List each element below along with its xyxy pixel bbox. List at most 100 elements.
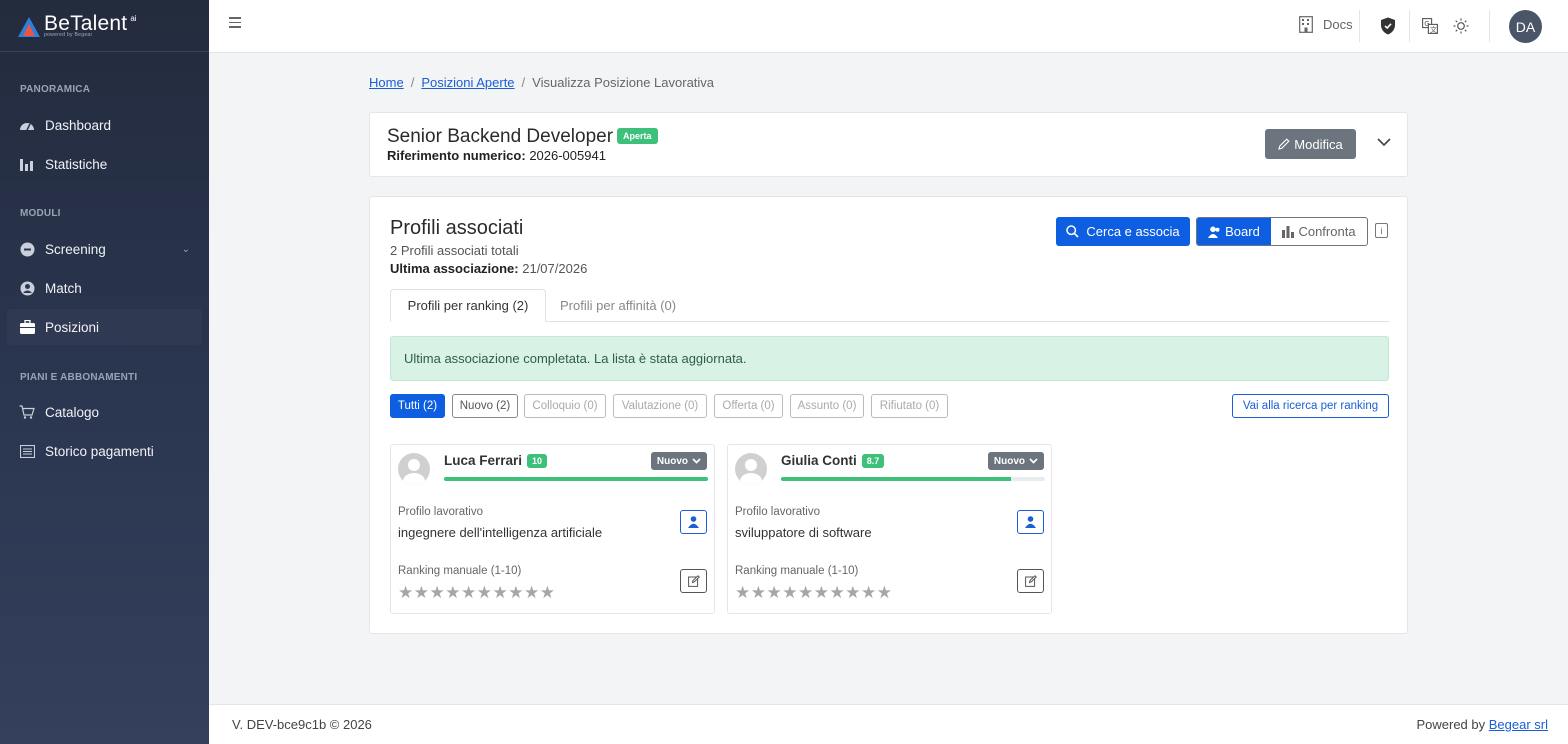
tab-affinity[interactable]: Profili per affinità (0) [560,289,676,322]
company-link[interactable]: Begear srl [1489,717,1548,732]
edit-button[interactable]: Modifica [1265,129,1356,159]
rating-stars[interactable]: ★ ★ ★ ★ ★ ★ ★ ★ ★ ★ [398,584,556,602]
profile-name[interactable]: Luca Ferrari [444,453,522,468]
star-icon[interactable]: ★ [414,584,429,602]
star-icon[interactable]: ★ [782,584,797,602]
breadcrumb-open-positions[interactable]: Posizioni Aperte [421,75,514,90]
building-icon [1299,16,1313,33]
view-profile-button[interactable] [680,510,707,534]
avatar [398,453,430,485]
docs-link[interactable]: Docs [1299,16,1353,33]
filter-new[interactable]: Nuovo (2) [452,394,518,418]
user-icon [1025,516,1036,528]
view-profile-button[interactable] [1017,510,1044,534]
status-badge: Aperta [617,128,658,144]
brand-logo[interactable]: BeTalent ai powered by Begear [0,0,209,52]
star-icon[interactable]: ★ [830,584,845,602]
star-icon[interactable]: ★ [493,584,508,602]
star-icon[interactable]: ★ [814,584,829,602]
sidebar-item-screening[interactable]: Screening ⌄ [7,231,202,267]
hamburger-icon[interactable] [229,17,241,28]
cart-icon [19,404,35,420]
star-icon[interactable]: ★ [877,584,892,602]
sidebar-item-storico-pagamenti[interactable]: Storico pagamenti [7,433,202,469]
rating-stars[interactable]: ★ ★ ★ ★ ★ ★ ★ ★ ★ ★ [735,584,893,602]
sidebar-item-dashboard[interactable]: Dashboard [7,107,202,143]
star-icon[interactable]: ★ [430,584,445,602]
sidebar-item-catalogo[interactable]: Catalogo [7,394,202,430]
translate-icon[interactable]: G文 [1421,16,1439,36]
success-alert: Ultima associazione completata. La lista… [390,336,1389,381]
filter-hired[interactable]: Assunto (0) [790,394,864,418]
breadcrumb-current: Visualizza Posizione Lavorativa [532,75,715,90]
user-circle-icon [19,280,35,296]
search-associate-button[interactable]: Cerca e associa [1056,217,1190,246]
last-association: Ultima associazione: 21/07/2026 [390,261,587,276]
info-icon[interactable]: i [1375,223,1388,238]
chevron-down-icon[interactable] [1375,133,1393,151]
star-icon[interactable]: ★ [540,584,555,602]
sidebar-item-label: Statistiche [45,156,108,172]
gauge-icon [19,117,35,133]
brand-ai: ai [130,13,137,23]
ranking-search-button[interactable]: Vai alla ricerca per ranking [1232,394,1389,418]
status-dropdown[interactable]: Nuovo [987,452,1044,470]
sidebar-item-posizioni[interactable]: Posizioni [7,309,202,345]
filter-all[interactable]: Tutti (2) [390,394,445,418]
shield-icon[interactable] [1379,16,1397,36]
briefcase-icon [19,319,35,335]
edit-ranking-button[interactable] [680,569,707,593]
edit-ranking-button[interactable] [1017,569,1044,593]
sun-icon[interactable] [1452,16,1470,36]
chevron-down-icon [692,458,701,464]
star-icon[interactable]: ★ [845,584,860,602]
filter-rejected[interactable]: Rifiutato (0) [871,394,948,418]
board-view-button[interactable]: Board [1197,218,1271,245]
star-icon[interactable]: ★ [735,584,750,602]
position-title: Senior Backend Developer [387,126,614,147]
chevron-down-icon: ⌄ [181,243,190,255]
compare-view-button[interactable]: Confronta [1271,218,1367,245]
topbar: Docs G文 DA [209,0,1568,53]
filter-interview[interactable]: Colloquio (0) [524,394,606,418]
sidebar-item-match[interactable]: Match [7,270,202,306]
star-icon[interactable]: ★ [861,584,876,602]
compare-label: Confronta [1298,224,1356,239]
score-badge: 10 [527,454,548,468]
star-icon[interactable]: ★ [398,584,413,602]
score-bar-fill [444,477,708,481]
divider [1409,10,1410,42]
star-icon[interactable]: ★ [524,584,539,602]
divider [1489,10,1490,42]
breadcrumb-home[interactable]: Home [369,75,404,90]
reference-value: 2026-005941 [529,148,606,163]
filter-evaluation[interactable]: Valutazione (0) [613,394,707,418]
star-icon[interactable]: ★ [445,584,460,602]
star-icon[interactable]: ★ [477,584,492,602]
filter-offer[interactable]: Offerta (0) [714,394,783,418]
profile-name[interactable]: Giulia Conti [781,453,857,468]
star-icon[interactable]: ★ [461,584,476,602]
tab-ranking[interactable]: Profili per ranking (2) [390,289,546,322]
chevron-down-icon [1029,458,1038,464]
search-icon [1066,225,1079,238]
status-dropdown[interactable]: Nuovo [650,452,707,470]
star-icon[interactable]: ★ [508,584,523,602]
sidebar-item-statistiche[interactable]: Statistiche [7,146,202,182]
star-icon[interactable]: ★ [798,584,813,602]
status-label: Nuovo [993,455,1025,467]
reference-number: Riferimento numerico: 2026-005941 [387,148,606,163]
users-icon [1208,226,1221,238]
sidebar-item-label: Storico pagamenti [45,443,154,459]
profile-name-row: Luca Ferrari 10 [444,453,548,468]
star-icon[interactable]: ★ [751,584,766,602]
job-profile-label: Profilo lavorativo [398,506,484,518]
avatar[interactable]: DA [1509,10,1542,43]
profiles-title: Profili associati [390,217,524,239]
sidebar: BeTalent ai powered by Begear PANORAMICA … [0,0,209,744]
score-bar [781,477,1045,481]
svg-text:文: 文 [1430,25,1437,34]
board-label: Board [1225,224,1260,239]
star-icon[interactable]: ★ [767,584,782,602]
sidebar-item-label: Dashboard [45,117,112,133]
